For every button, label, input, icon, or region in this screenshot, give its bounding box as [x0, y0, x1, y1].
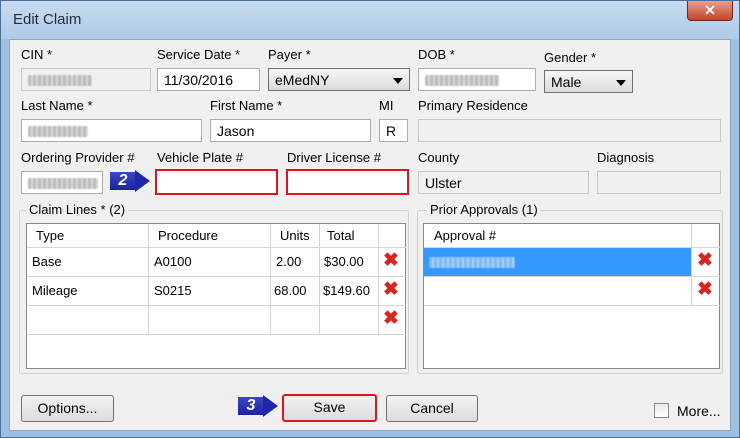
- payer-value: eMedNY: [275, 72, 330, 88]
- claim-line-procedure-cell[interactable]: A0100: [149, 248, 271, 277]
- step-3-arrow-marker: 3: [238, 395, 280, 417]
- options-button[interactable]: Options...: [21, 395, 114, 422]
- claim-line-action-cell: ✖: [379, 248, 406, 277]
- claim-line-units-cell[interactable]: 2.00: [271, 248, 320, 277]
- column-header-type[interactable]: Type: [27, 224, 149, 248]
- cin-label: CIN *: [21, 47, 53, 62]
- service-date-label: Service Date *: [157, 47, 241, 62]
- last-name-redacted-value: [28, 126, 88, 137]
- cin-field[interactable]: [21, 68, 151, 91]
- claim-line-action-cell: ✖: [379, 277, 406, 306]
- arrow-right-icon: [263, 395, 278, 417]
- county-field[interactable]: Ulster: [418, 171, 589, 194]
- last-name-field[interactable]: [21, 119, 202, 142]
- title-bar[interactable]: Edit Claim ✕: [1, 1, 739, 39]
- column-header-units[interactable]: Units: [271, 224, 320, 248]
- gender-dropdown[interactable]: Male: [544, 70, 633, 93]
- diagnosis-label: Diagnosis: [597, 150, 655, 165]
- approval-action-cell: ✖: [692, 277, 720, 306]
- claim-line-action-cell: ✖: [379, 306, 406, 335]
- approval-action-cell: ✖: [692, 248, 720, 277]
- claim-line-units-cell[interactable]: 68.00: [271, 277, 320, 306]
- delete-icon[interactable]: ✖: [696, 280, 714, 299]
- dob-field[interactable]: [418, 68, 536, 91]
- column-header-approval[interactable]: Approval #: [424, 224, 692, 248]
- mi-label: MI: [379, 98, 394, 113]
- approval-cell[interactable]: [424, 277, 692, 306]
- payer-label: Payer *: [268, 47, 311, 62]
- last-name-label: Last Name *: [21, 98, 93, 113]
- claim-line-units-cell[interactable]: [271, 306, 320, 335]
- claim-lines-grid[interactable]: Type Procedure Units Total Base A0100 2.…: [26, 223, 406, 369]
- window-title: Edit Claim: [13, 11, 82, 28]
- gender-label: Gender *: [544, 50, 597, 65]
- claim-line-total-cell[interactable]: $30.00: [320, 248, 379, 277]
- claim-line-total-cell[interactable]: [320, 306, 379, 335]
- claim-line-total-cell[interactable]: $149.60: [320, 277, 379, 306]
- arrow-right-icon: [135, 170, 150, 192]
- column-header-total[interactable]: Total: [320, 224, 379, 248]
- cancel-button[interactable]: Cancel: [386, 395, 478, 422]
- delete-icon[interactable]: ✖: [382, 280, 400, 299]
- form-area: CIN * Service Date * 11/30/2016 Payer * …: [9, 39, 731, 431]
- payer-dropdown[interactable]: eMedNY: [268, 68, 410, 91]
- column-header-actions: [692, 224, 720, 248]
- gender-value: Male: [551, 74, 582, 90]
- diagnosis-field[interactable]: [597, 171, 721, 194]
- delete-icon[interactable]: ✖: [696, 251, 714, 270]
- mi-field[interactable]: R: [379, 119, 408, 142]
- claim-lines-title: Claim Lines * (2): [26, 202, 129, 217]
- prior-approvals-grid[interactable]: Approval # ✖ ✖: [423, 223, 720, 369]
- prior-approvals-title: Prior Approvals (1): [427, 202, 541, 217]
- claim-line-procedure-cell[interactable]: S0215: [149, 277, 271, 306]
- vehicle-plate-field[interactable]: [155, 169, 278, 195]
- claim-line-type-cell[interactable]: Mileage: [27, 277, 149, 306]
- primary-residence-label: Primary Residence: [418, 98, 528, 113]
- vehicle-plate-label: Vehicle Plate #: [157, 150, 244, 165]
- more-checkbox[interactable]: [654, 403, 669, 418]
- primary-residence-field[interactable]: [418, 119, 721, 142]
- step-2-number: 2: [110, 172, 136, 190]
- first-name-field[interactable]: Jason: [210, 119, 371, 142]
- dob-label: DOB *: [418, 47, 455, 62]
- approval-cell-selected[interactable]: [424, 248, 692, 277]
- claim-line-type-cell[interactable]: Base: [27, 248, 149, 277]
- close-button[interactable]: ✕: [687, 1, 733, 21]
- save-button[interactable]: Save: [282, 394, 377, 422]
- delete-icon[interactable]: ✖: [382, 309, 400, 328]
- delete-icon[interactable]: ✖: [382, 251, 400, 270]
- dob-redacted-value: [425, 75, 499, 86]
- driver-license-field[interactable]: [286, 169, 409, 195]
- driver-license-label: Driver License #: [287, 150, 381, 165]
- claim-line-type-cell[interactable]: [27, 306, 149, 335]
- step-3-number: 3: [238, 397, 264, 415]
- column-header-procedure[interactable]: Procedure: [149, 224, 271, 248]
- cin-redacted-value: [28, 75, 92, 86]
- edit-claim-window: Edit Claim ✕ CIN * Service Date * 11/30/…: [0, 0, 740, 438]
- ordering-provider-label: Ordering Provider #: [21, 150, 135, 165]
- claim-lines-group: Claim Lines * (2) Type Procedure Units T…: [19, 202, 409, 374]
- first-name-label: First Name *: [210, 98, 283, 113]
- ordering-provider-field[interactable]: [21, 171, 103, 194]
- service-date-field[interactable]: 11/30/2016: [157, 68, 260, 91]
- more-label[interactable]: More...: [677, 403, 721, 419]
- chevron-down-icon: [393, 78, 403, 84]
- step-2-arrow-marker: 2: [110, 170, 152, 192]
- chevron-down-icon: [616, 80, 626, 86]
- prior-approvals-group: Prior Approvals (1) Approval # ✖ ✖: [417, 202, 723, 374]
- column-header-actions: [379, 224, 406, 248]
- claim-line-procedure-cell[interactable]: [149, 306, 271, 335]
- approval-redacted-value: [429, 257, 515, 268]
- county-label: County: [418, 150, 460, 165]
- ordering-provider-redacted-value: [28, 178, 98, 189]
